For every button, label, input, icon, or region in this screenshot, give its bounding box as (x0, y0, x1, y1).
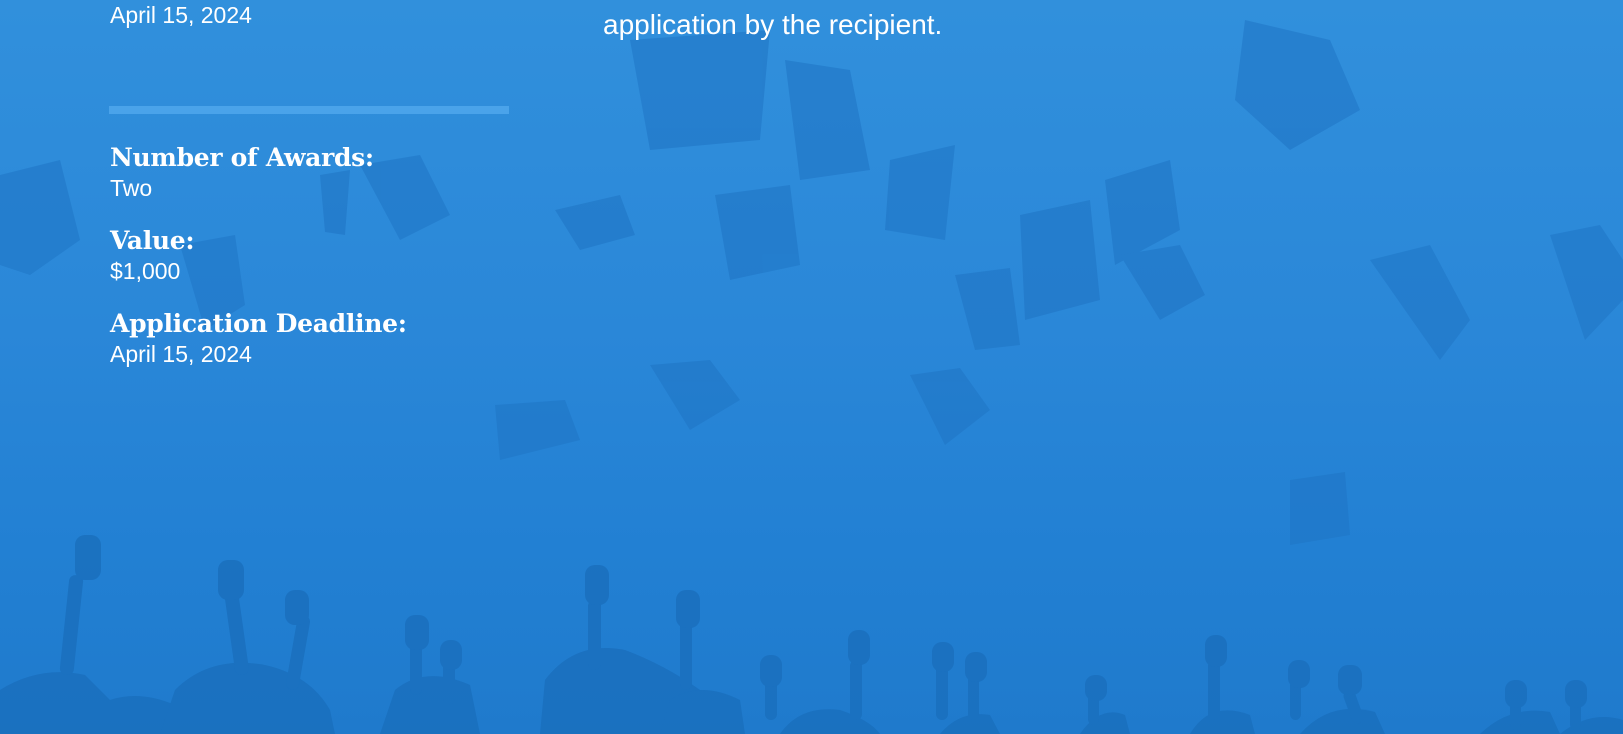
description-text: application by the recipient. (603, 9, 943, 40)
award-value: Value: $1,000 (110, 226, 570, 286)
application-deadline-label: Application Deadline: (110, 309, 407, 338)
application-deadline: Application Deadline: April 15, 2024 (110, 309, 570, 369)
number-of-awards-label: Number of Awards: (110, 143, 374, 172)
scholarship-flyer: April 15, 2024 application by the recipi… (0, 0, 1623, 734)
award-details: Number of Awards: Two Value: $1,000 Appl… (110, 143, 570, 392)
section-divider (109, 106, 509, 114)
application-deadline-date: April 15, 2024 (110, 341, 252, 367)
award-value-amount: $1,000 (110, 258, 181, 284)
award-value-label: Value: (110, 226, 195, 255)
number-of-awards: Number of Awards: Two (110, 143, 570, 203)
top-deadline-date: April 15, 2024 (110, 2, 252, 28)
number-of-awards-value: Two (110, 175, 153, 201)
